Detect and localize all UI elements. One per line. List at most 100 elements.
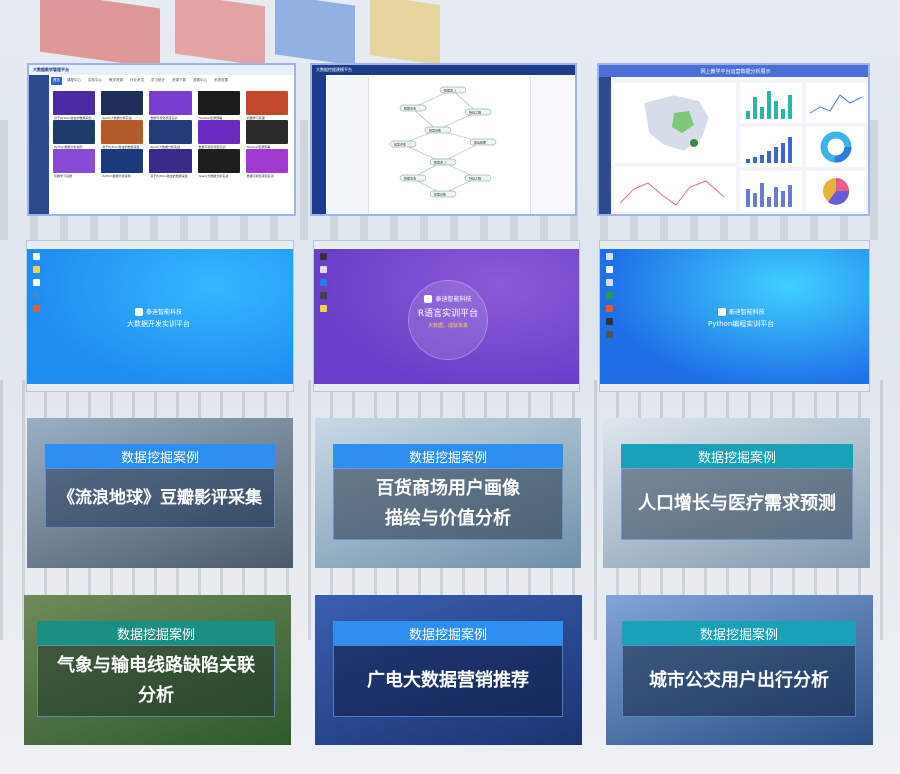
- dashboard-line-panel-2: [806, 83, 866, 123]
- flow-editor-sidebar: [312, 75, 326, 214]
- case-tag: 数据挖掘案例: [45, 444, 275, 468]
- dashboard-bar: [788, 137, 792, 163]
- case-tag: 数据挖掘案例: [37, 621, 275, 645]
- dashboard-bar: [788, 185, 792, 207]
- case-tile-broadcast-marketing[interactable]: 数据挖掘案例 广电大数据营销推荐: [315, 595, 582, 745]
- course-tab[interactable]: 系统设置: [212, 77, 230, 85]
- course-card[interactable]: 机器学习基础: [53, 149, 96, 178]
- desktop-topbar: [600, 241, 869, 249]
- course-card-title: 数据可视化项目实训: [246, 174, 274, 178]
- case-tile-bus-travel[interactable]: 数据挖掘案例 城市公交用户出行分析: [606, 595, 873, 745]
- course-card[interactable]: 数据可视化项目实训: [245, 149, 288, 178]
- course-card[interactable]: Python数据分析案例: [101, 149, 144, 178]
- case-title: 《流浪地球》豆瓣影评采集: [45, 468, 275, 528]
- course-card[interactable]: Spark大数据分析实战: [101, 91, 144, 120]
- flow-editor-props: [530, 77, 575, 214]
- dashboard-bar-panel-1: [740, 83, 802, 123]
- course-tab[interactable]: 课程中心: [65, 77, 83, 85]
- course-card[interactable]: Hadoop集群部署: [245, 120, 288, 149]
- dashboard-bar: [753, 157, 757, 163]
- case-tag: 数据挖掘案例: [333, 444, 563, 468]
- flow-node-label: 数据清洗: [404, 176, 416, 181]
- dashboard-bar-panel-3: [740, 171, 802, 211]
- case-tag: 数据挖掘案例: [622, 621, 856, 645]
- dashboard-line-panel: [614, 167, 736, 211]
- case-title: 城市公交用户出行分析: [622, 645, 856, 717]
- desktop-r-language[interactable]: 泰迪智能科技 R语言实训平台 大数据，成就未来: [313, 240, 580, 392]
- case-tag: 数据挖掘案例: [621, 444, 853, 468]
- course-tab[interactable]: 作业考试: [128, 77, 146, 85]
- course-card[interactable]: Spark大数据分析实战: [197, 149, 240, 178]
- flag-blue: [275, 0, 355, 66]
- course-platform-screenshot[interactable]: 大数据教学管理平台 首页 课程中心 实验中心 教学资源 作业考试 学习统计 资源下载 竞赛中心…: [27, 63, 296, 216]
- dashboard-bar-panel-2: [740, 127, 802, 167]
- course-card[interactable]: 数据可视化项目实训: [197, 120, 240, 149]
- flow-node-label: 输出结果: [474, 140, 486, 145]
- course-card[interactable]: 基于Python爬虫的数据采集: [149, 149, 192, 178]
- dashboard-bar: [760, 183, 764, 207]
- flag-red-2: [175, 0, 265, 67]
- dashboard-bar: [781, 191, 785, 207]
- brand-logo: 泰迪智能科技: [717, 307, 765, 316]
- course-tab[interactable]: 竞赛中心: [191, 77, 209, 85]
- dashboard-bar: [760, 107, 764, 119]
- course-tab[interactable]: 学习统计: [149, 77, 167, 85]
- desktop-logo-block: 泰迪智能科技 Python编程实训平台: [708, 307, 774, 329]
- flow-editor-title: 大数据挖掘建模平台: [316, 67, 352, 72]
- case-tile-mall-portrait[interactable]: 数据挖掘案例 百货商场用户画像 描绘与价值分析: [315, 418, 581, 568]
- dashboard-donut-panel: [806, 127, 866, 167]
- dashboard-bar: [760, 155, 764, 163]
- case-title: 百货商场用户画像 描绘与价值分析: [333, 468, 563, 540]
- course-tab[interactable]: 首页: [51, 77, 62, 85]
- flow-editor-header: 大数据挖掘建模平台: [312, 65, 575, 75]
- flow-node-label: 数据清洗: [404, 106, 416, 111]
- dashboard-header: 网上教学平台运营数据分析展示: [599, 65, 868, 77]
- course-card[interactable]: 基于Python爬虫的数据采集: [53, 91, 96, 120]
- dashboard-bar: [788, 95, 792, 119]
- dashboard-bar: [774, 101, 778, 119]
- case-tile-population-medical[interactable]: 数据挖掘案例 人口增长与医疗需求预测: [603, 418, 870, 568]
- flag-yellow: [370, 0, 440, 65]
- desktop-bigdata[interactable]: 泰迪智能科技 大数据开发实训平台: [26, 240, 294, 392]
- case-tile-weather-powerline[interactable]: 数据挖掘案例 气象与输电线路缺陷关联 分析: [24, 595, 291, 745]
- platform-name: Python编程实训平台: [708, 320, 775, 328]
- flow-editor-screenshot[interactable]: 大数据挖掘建模平台 数据源_1 数据清洗 特征工程 模型训练 模型评估 输出结果 数据源_1…: [310, 63, 577, 216]
- course-tab[interactable]: 资源下载: [170, 77, 188, 85]
- dashboard-bar: [767, 197, 771, 207]
- course-tab[interactable]: 教学资源: [107, 77, 125, 85]
- flow-node-label: 数据源_1: [444, 88, 457, 93]
- desktop-logo-block: 泰迪智能科技 大数据开发实训平台: [127, 307, 190, 329]
- desktop-icons[interactable]: [320, 253, 327, 312]
- course-card[interactable]: Python数据分析案例: [53, 120, 96, 149]
- platform-name: R语言实训平台: [417, 309, 479, 319]
- flow-canvas[interactable]: 数据源_1数据清洗特征工程模型训练模型评估 输出结果数据源_1数据清洗 特征工程模型…: [370, 79, 530, 209]
- dashboard-bar: [781, 143, 785, 163]
- dashboard-bar: [753, 193, 757, 207]
- flow-node-label: 模型评估: [394, 142, 406, 147]
- flow-node-label: 数据源_1: [434, 160, 447, 165]
- desktop-python[interactable]: 泰迪智能科技 Python编程实训平台: [599, 240, 870, 392]
- course-card-title: 机器学习基础: [54, 174, 73, 178]
- course-card[interactable]: 机器学习基础: [245, 91, 288, 120]
- course-platform-header: 大数据教学管理平台: [29, 65, 294, 75]
- course-card[interactable]: Spark大数据分析实战: [149, 120, 192, 149]
- desktop-taskbar: [600, 384, 869, 391]
- dashboard-screenshot[interactable]: 网上教学平台运营数据分析展示: [597, 63, 870, 216]
- course-card-title: Python数据分析案例: [102, 174, 131, 178]
- case-tile-wandering-earth[interactable]: 数据挖掘案例 《流浪地球》豆瓣影评采集: [27, 418, 293, 568]
- flow-link: [411, 107, 438, 131]
- flow-editor-tree: [327, 77, 369, 214]
- course-card[interactable]: 数据可视化项目实训: [149, 91, 192, 120]
- flag-red: [40, 0, 160, 69]
- desktop-icons[interactable]: [33, 253, 40, 312]
- course-card[interactable]: Hadoop集群部署: [197, 91, 240, 120]
- course-tab[interactable]: 实验中心: [86, 77, 104, 85]
- flow-node-label: 特征工程: [469, 110, 481, 115]
- course-platform-title: 大数据教学管理平台: [33, 67, 69, 72]
- dashboard-bar: [746, 159, 750, 163]
- course-card[interactable]: 基于Python爬虫的数据采集: [101, 120, 144, 149]
- dashboard-bar: [774, 187, 778, 207]
- desktop-icons[interactable]: [606, 253, 613, 338]
- brand-logo: 泰迪智能科技: [424, 294, 472, 303]
- dashboard-bar: [767, 151, 771, 163]
